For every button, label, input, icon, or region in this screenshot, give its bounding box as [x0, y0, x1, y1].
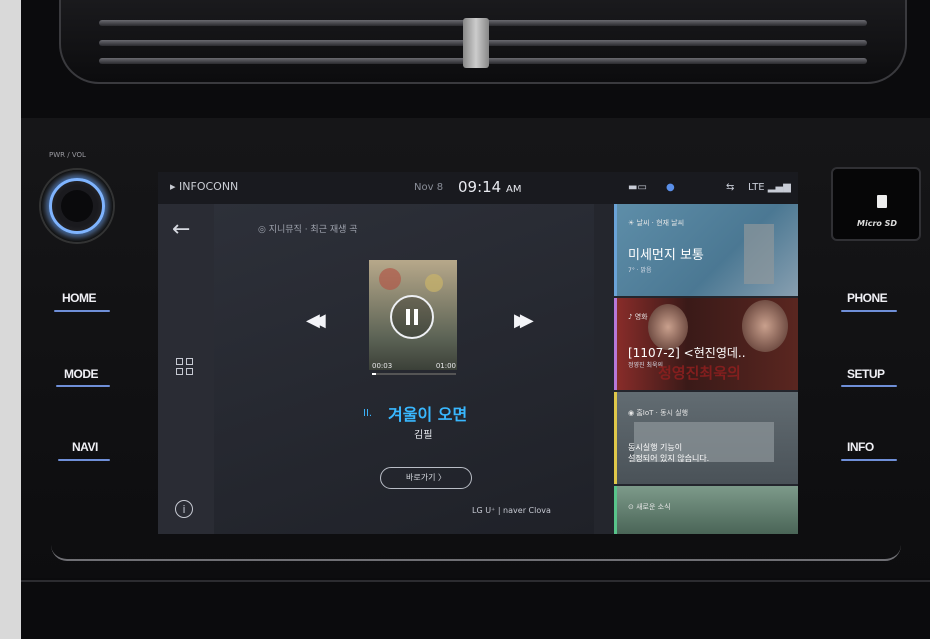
- card-title: [1107-2] <현진영데..: [628, 346, 746, 360]
- album-art-shape: [425, 274, 443, 292]
- home-button[interactable]: HOME: [62, 291, 97, 305]
- card-image: [742, 300, 788, 352]
- card-title: 미세먼지 보통: [628, 248, 704, 263]
- progress-fill: [372, 373, 377, 375]
- goto-button[interactable]: 바로가기 〉: [380, 467, 472, 489]
- album-art-shape: [379, 268, 401, 290]
- clock: 09:14 AM: [458, 178, 522, 196]
- mode-button[interactable]: MODE: [64, 367, 99, 381]
- date-label: Nov 8: [414, 182, 444, 193]
- card-overlay-text: 정영진최욱의: [658, 364, 741, 382]
- grid-menu-icon[interactable]: [176, 358, 194, 376]
- card-subtitle: 7° · 맑음: [628, 267, 652, 274]
- vent-adjuster[interactable]: [463, 18, 489, 68]
- bluetooth-icon: ●: [666, 182, 675, 193]
- mode-button-underline: [56, 385, 110, 387]
- track-number: II.: [363, 408, 373, 419]
- battery-icon: ▬▭: [628, 182, 647, 193]
- info-button[interactable]: INFO: [847, 440, 874, 454]
- news-card[interactable]: ⊙ 새로운 소식: [614, 486, 798, 534]
- sd-card-slot[interactable]: [831, 167, 921, 241]
- sd-card-icon: [877, 195, 887, 208]
- card-header: ⊙ 새로운 소식: [628, 503, 671, 511]
- touchscreen: ▸ INFOCONN Nov 8 09:14 AM ▬▭ ● ⇆ LTE ▂▄▆…: [158, 172, 798, 534]
- navi-button[interactable]: NAVI: [72, 440, 98, 454]
- card-header: ♪ 영화: [628, 313, 648, 321]
- dash-seam: [21, 580, 930, 582]
- back-arrow-icon[interactable]: ←: [172, 217, 190, 242]
- card-header: ☀ 날씨 · 현재 날씨: [628, 219, 685, 227]
- partner-logos: LG U⁺ | naver Clova: [472, 506, 551, 515]
- next-track-icon[interactable]: ▶▶: [514, 310, 533, 331]
- previous-track-icon[interactable]: ◀◀: [306, 310, 325, 331]
- air-vent: [59, 0, 907, 84]
- dashboard-frame: PWR / VOL HOME MODE NAVI Micro SD PHONE …: [21, 0, 930, 639]
- weather-card[interactable]: ☀ 날씨 · 현재 날씨 미세먼지 보통 7° · 맑음: [614, 204, 798, 296]
- card-accent: [614, 298, 617, 390]
- progress-bar[interactable]: [372, 373, 456, 375]
- track-title: 겨울이 오면: [388, 405, 468, 424]
- progress-times: 00:03 01:00: [372, 362, 456, 370]
- setup-button-underline: [841, 385, 897, 387]
- phone-button-underline: [841, 310, 897, 312]
- knob-label: PWR / VOL: [49, 151, 86, 159]
- home-button-underline: [54, 310, 110, 312]
- home-iot-card[interactable]: ◉ 홈IoT · 동시 실행 동시실행 기능이 설정되어 있지 않습니다.: [614, 392, 798, 484]
- card-accent: [614, 392, 617, 484]
- usb-icon: ⇆: [726, 182, 735, 193]
- navi-button-underline: [58, 459, 110, 461]
- card-accent: [614, 486, 617, 534]
- card-accent: [614, 204, 617, 296]
- card-image: [744, 224, 774, 284]
- sd-label: Micro SD: [857, 219, 898, 228]
- info-icon[interactable]: i: [175, 500, 193, 518]
- network-label: LTE ▂▄▆: [748, 182, 791, 193]
- pause-button[interactable]: [390, 295, 434, 339]
- media-card[interactable]: ♪ 영화 [1107-2] <현진영데.. 정영진 최욱의 정영진최욱의: [614, 298, 798, 390]
- music-source: ◎ 지니뮤직 · 최근 재생 곡: [258, 225, 358, 235]
- card-column: ☀ 날씨 · 현재 날씨 미세먼지 보통 7° · 맑음 ♪ 영화 [1107-…: [614, 204, 798, 534]
- info-button-underline: [841, 459, 897, 461]
- setup-button[interactable]: SETUP: [847, 367, 885, 381]
- phone-button[interactable]: PHONE: [847, 291, 888, 305]
- brand-label: ▸ INFOCONN: [170, 180, 239, 193]
- status-bar: ▸ INFOCONN Nov 8 09:14 AM ▬▭ ● ⇆ LTE ▂▄▆: [158, 172, 798, 204]
- artist-name: 김필: [414, 430, 433, 441]
- knob-center: [61, 190, 93, 222]
- card-header: ◉ 홈IoT · 동시 실행: [628, 409, 689, 417]
- bezel-trim: [51, 545, 901, 561]
- card-title: 동시실행 기능이 설정되어 있지 않습니다.: [628, 443, 710, 463]
